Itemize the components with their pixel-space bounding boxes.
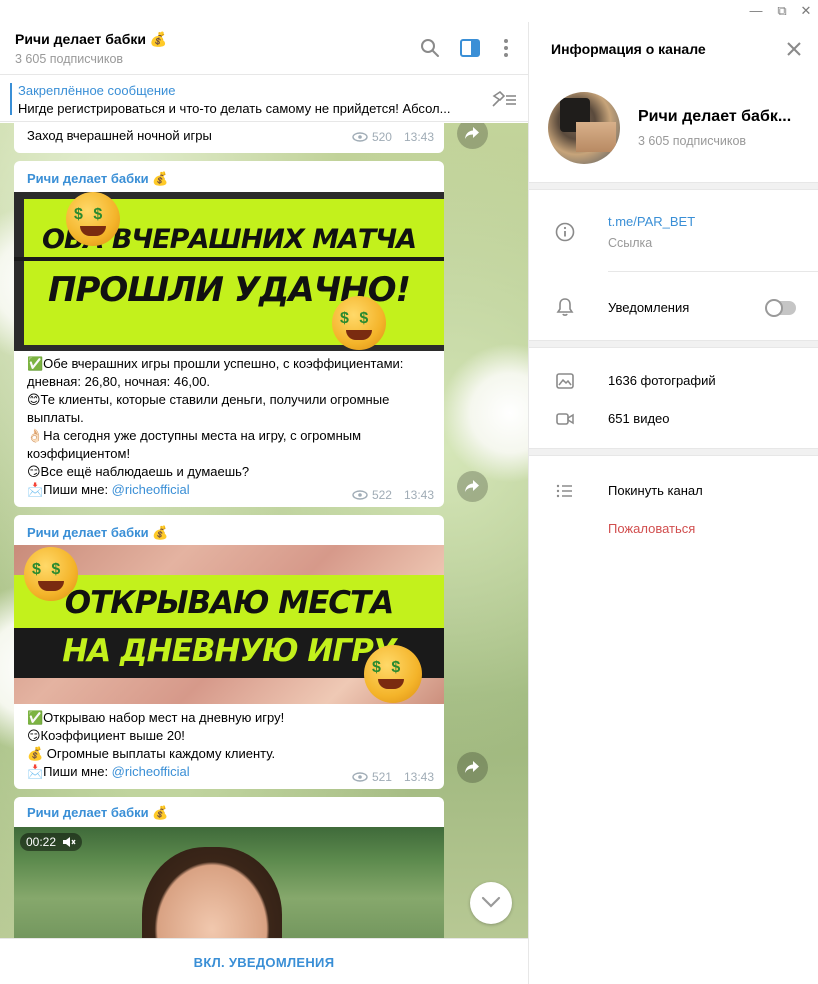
message-bubble[interactable]: Заход вчерашней ночной игры 520 13:43 bbox=[14, 123, 444, 153]
message-meta: 520 13:43 bbox=[352, 130, 434, 144]
photo-icon bbox=[556, 373, 574, 389]
message-video[interactable]: 00:22 bbox=[14, 827, 444, 938]
video-duration: 00:22 bbox=[26, 835, 57, 849]
text-line: дневная: 26,80, ночная: 46,00. bbox=[27, 374, 211, 389]
row-divider bbox=[608, 271, 818, 272]
chat-title: Ричи делает бабки 💰 bbox=[15, 31, 168, 47]
text-line: 📩Пиши мне: bbox=[27, 764, 112, 779]
avatar-cash bbox=[576, 122, 616, 152]
channel-avatar[interactable] bbox=[548, 92, 620, 164]
chat-footer: ВКЛ. УВЕДОМЛЕНИЯ bbox=[0, 938, 528, 984]
chat-messages-area[interactable]: Заход вчерашней ночной игры 520 13:43 Ри… bbox=[0, 123, 528, 938]
video-preview-person bbox=[142, 847, 282, 938]
eye-icon bbox=[352, 490, 368, 500]
banner-text-line: ПРОШЛИ УДАЧНО! bbox=[48, 270, 411, 310]
share-button[interactable] bbox=[457, 123, 488, 149]
mention-link[interactable]: @richeofficial bbox=[112, 482, 190, 497]
text-line: 😏Коэффициент выше 20! bbox=[27, 728, 185, 743]
message-bubble[interactable]: Ричи делает бабки 💰 00:22 bbox=[14, 797, 444, 938]
share-button[interactable] bbox=[457, 752, 488, 783]
notifications-toggle[interactable] bbox=[765, 299, 796, 317]
message-bubble[interactable]: Ричи делает бабки 💰 ОБА ВЧЕРАШНИХ МАТЧА … bbox=[14, 161, 444, 507]
message-author[interactable]: Ричи делает бабки 💰 bbox=[27, 525, 168, 541]
leave-channel-button[interactable]: Покинуть канал bbox=[608, 483, 703, 498]
pinned-text: Нигде регистрироваться и что-то делать с… bbox=[18, 101, 451, 116]
section-separator bbox=[529, 448, 818, 456]
message-bubble[interactable]: Ричи делает бабки 💰 ОТКРЫВАЮ МЕСТА НА ДН… bbox=[14, 515, 444, 789]
list-icon bbox=[556, 484, 572, 498]
banner-stripe bbox=[14, 257, 444, 261]
text-line: 💰 Огромные выплаты каждому клиенту. bbox=[27, 746, 276, 761]
message-photo[interactable]: ОБА ВЧЕРАШНИХ МАТЧА ПРОШЛИ УДАЧНО! bbox=[14, 192, 444, 351]
report-button[interactable]: Пожаловаться bbox=[608, 521, 695, 536]
background-flower bbox=[440, 343, 528, 483]
share-icon bbox=[465, 127, 479, 139]
mention-link[interactable]: @richeofficial bbox=[112, 764, 190, 779]
close-icon[interactable] bbox=[785, 40, 803, 58]
message-time: 13:43 bbox=[403, 770, 434, 784]
section-separator bbox=[529, 182, 818, 190]
minimize-button[interactable]: — bbox=[746, 3, 766, 19]
message-meta: 521 13:43 bbox=[352, 770, 434, 784]
eye-icon bbox=[352, 132, 368, 142]
channel-name: Ричи делает бабк... bbox=[638, 108, 792, 125]
chat-header[interactable]: Ричи делает бабки 💰 3 605 подписчиков bbox=[0, 22, 528, 75]
more-icon[interactable] bbox=[495, 37, 517, 59]
share-icon bbox=[465, 761, 479, 773]
message-author[interactable]: Ричи делает бабки 💰 bbox=[27, 171, 168, 187]
sidebar-icon[interactable] bbox=[459, 37, 481, 59]
share-icon bbox=[465, 480, 479, 492]
message-meta: 522 13:43 bbox=[352, 488, 434, 502]
mute-icon[interactable] bbox=[62, 836, 76, 848]
channel-info-panel: Информация о канале Ричи делает бабк... … bbox=[529, 22, 818, 984]
videos-count[interactable]: 651 видео bbox=[608, 411, 670, 426]
window-titlebar: — ⧉ ✕ bbox=[0, 0, 818, 22]
info-panel-title: Информация о канале bbox=[551, 41, 706, 57]
text-line: 😏Все ещё наблюдаешь и думаешь? bbox=[27, 464, 250, 479]
money-face-emoji bbox=[364, 645, 422, 703]
text-line: ✅Обе вчерашних игры прошли успешно, с ко… bbox=[27, 356, 404, 371]
money-face-emoji bbox=[66, 192, 120, 246]
channel-link[interactable]: t.me/PAR_BET bbox=[608, 214, 695, 229]
message-time: 13:43 bbox=[403, 488, 434, 502]
search-icon[interactable] bbox=[419, 37, 441, 59]
banner-text-line: ОТКРЫВАЮ МЕСТА bbox=[64, 585, 394, 621]
text-line: ✅Открываю набор мест на дневную игру! bbox=[27, 710, 285, 725]
text-line: 😊Те клиенты, которые ставили деньги, пол… bbox=[27, 392, 390, 407]
message-photo[interactable]: ОТКРЫВАЮ МЕСТА НА ДНЕВНУЮ ИГРУ bbox=[14, 545, 444, 704]
pinned-label: Закреплённое сообщение bbox=[18, 83, 176, 98]
text-line: коэффициентом! bbox=[27, 446, 131, 461]
restore-button[interactable]: ⧉ bbox=[772, 3, 792, 19]
message-time: 13:43 bbox=[403, 130, 434, 144]
text-line: 👌🏻На сегодня уже доступны места на игру,… bbox=[27, 428, 362, 443]
pinned-accent-bar bbox=[10, 83, 12, 115]
close-window-button[interactable]: ✕ bbox=[796, 3, 816, 19]
notifications-label: Уведомления bbox=[608, 300, 690, 315]
chevron-down-icon bbox=[481, 896, 501, 908]
video-icon bbox=[556, 413, 574, 425]
text-line: выплаты. bbox=[27, 410, 84, 425]
section-separator bbox=[529, 340, 818, 348]
money-face-emoji bbox=[332, 296, 386, 350]
share-button[interactable] bbox=[457, 471, 488, 502]
views-count: 522 bbox=[371, 488, 392, 502]
eye-icon bbox=[352, 772, 368, 782]
enable-notifications-button[interactable]: ВКЛ. УВЕДОМЛЕНИЯ bbox=[0, 955, 528, 970]
channel-subscribers: 3 605 подписчиков bbox=[638, 134, 747, 148]
channel-link-hint: Ссылка bbox=[608, 236, 653, 250]
text-line: 📩Пиши мне: bbox=[27, 482, 112, 497]
views-count: 520 bbox=[371, 130, 392, 144]
video-duration-badge[interactable]: 00:22 bbox=[20, 833, 83, 851]
chat-subscribers: 3 605 подписчиков bbox=[15, 52, 124, 66]
photos-count[interactable]: 1636 фотографий bbox=[608, 373, 716, 388]
pinned-message[interactable]: Закреплённое сообщение Нигде регистриров… bbox=[0, 76, 528, 122]
info-icon bbox=[555, 222, 575, 242]
money-face-emoji bbox=[24, 547, 78, 601]
message-text: ✅Обе вчерашних игры прошли успешно, с ко… bbox=[27, 355, 437, 499]
scroll-down-button[interactable] bbox=[470, 882, 512, 924]
message-author[interactable]: Ричи делает бабки 💰 bbox=[27, 805, 168, 821]
views-count: 521 bbox=[371, 770, 392, 784]
bell-icon bbox=[556, 298, 574, 316]
unpin-icon[interactable] bbox=[490, 88, 518, 110]
